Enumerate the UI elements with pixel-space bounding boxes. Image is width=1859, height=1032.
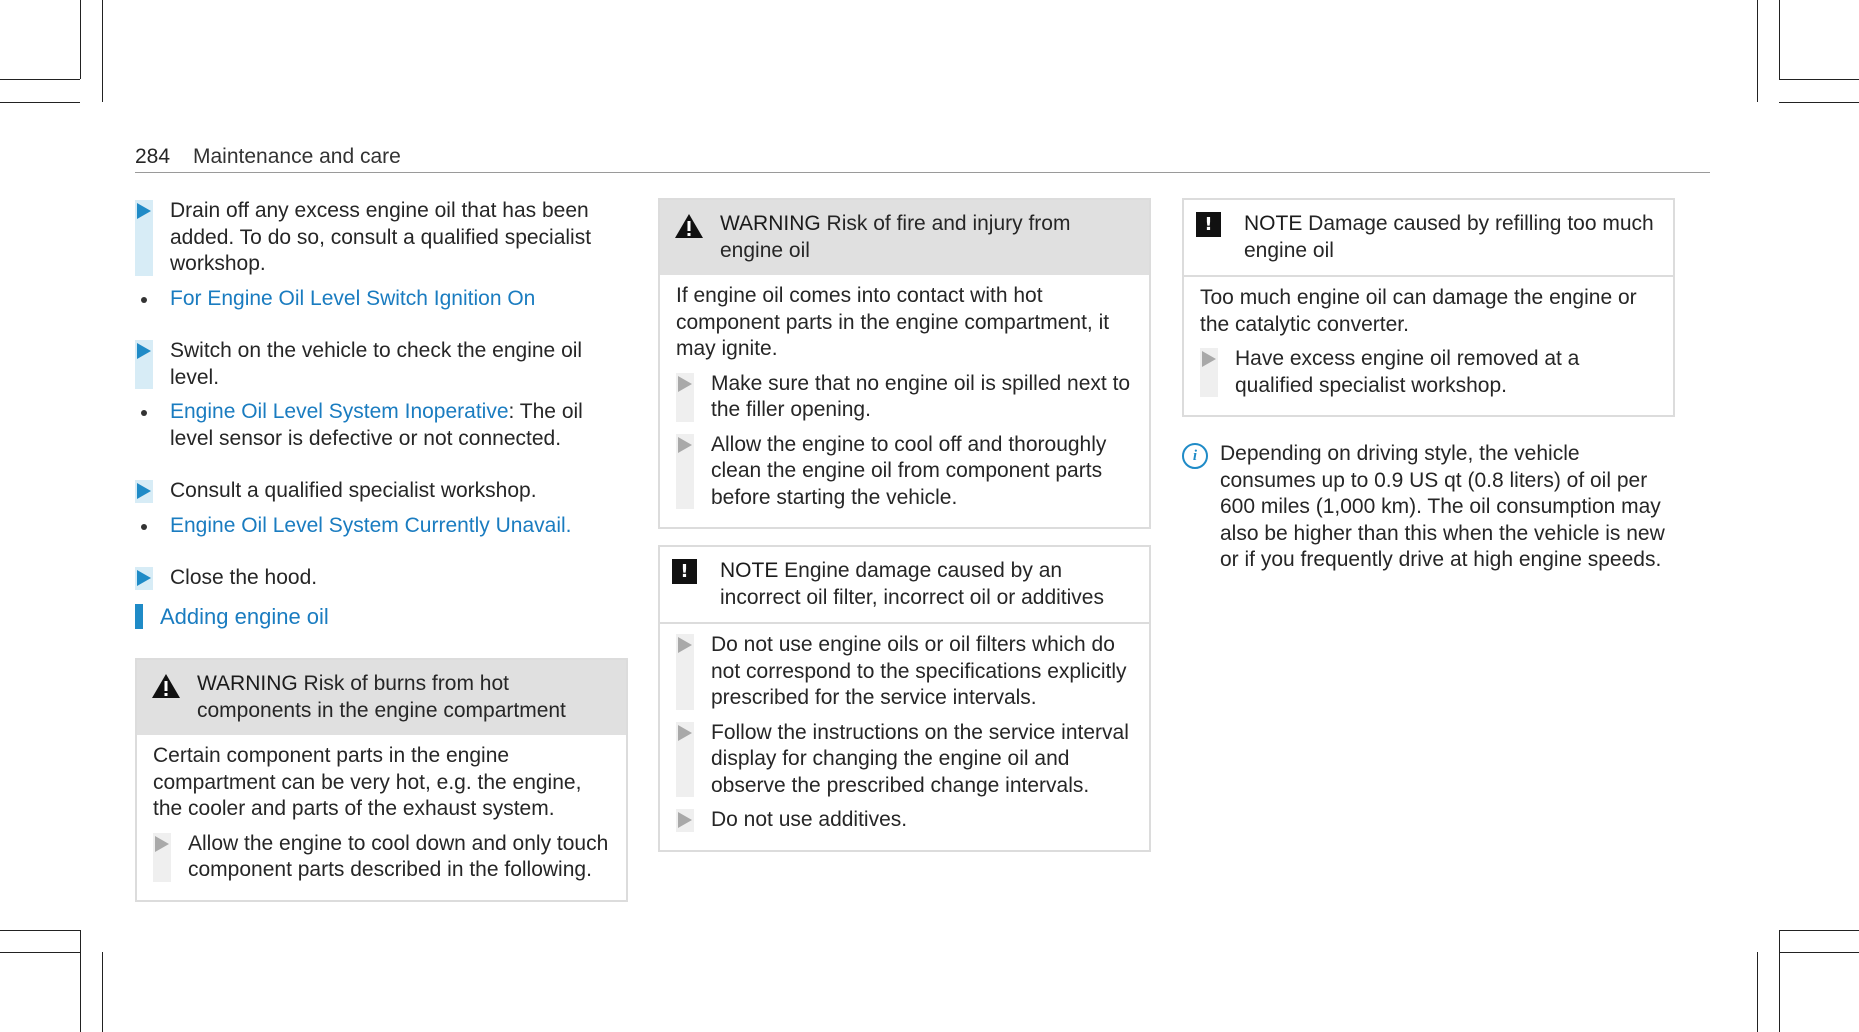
- header-divider: [135, 172, 1710, 173]
- warning-triangle-icon: [675, 214, 703, 238]
- step-item: Close the hood.: [135, 565, 628, 592]
- note-title: Damage caused by refilling too much engi…: [1244, 212, 1654, 262]
- note-box: ! NOTE Engine damage caused by an incorr…: [658, 545, 1151, 852]
- message-link[interactable]: Engine Oil Level System Inoperative: [170, 400, 509, 423]
- step-text: Consult a qualified specialist workshop.: [170, 479, 537, 502]
- step-text: Allow the engine to cool down and only t…: [188, 831, 609, 882]
- step-arrow-icon: [137, 343, 151, 359]
- note-header: ! NOTE Damage caused by refilling too mu…: [1184, 200, 1673, 277]
- column-middle: WARNING Risk of fire and injury from eng…: [658, 198, 1151, 852]
- step-text: Do not use additives.: [711, 808, 908, 831]
- step-text: Have excess engine oil removed at a qual…: [1235, 347, 1580, 397]
- warning-keyword: WARNING: [720, 212, 821, 235]
- info-text: Depending on driving style, the vehicle …: [1220, 442, 1665, 571]
- warning-triangle-icon: [152, 674, 180, 698]
- message-link[interactable]: Engine Oil Level System Currently Unavai…: [170, 514, 572, 537]
- step-arrow-icon: [678, 637, 692, 653]
- warning-box: WARNING Risk of burns from hot component…: [135, 658, 628, 902]
- message-link[interactable]: For Engine Oil Level Switch Ignition On: [170, 287, 535, 310]
- step-item: Allow the engine to cool off and thoroug…: [676, 432, 1133, 512]
- note-header: ! NOTE Engine damage caused by an incorr…: [660, 547, 1149, 624]
- warning-header: WARNING Risk of burns from hot component…: [137, 660, 626, 735]
- step-arrow-icon: [137, 203, 151, 219]
- step-arrow-icon: [678, 436, 692, 453]
- warning-box: WARNING Risk of fire and injury from eng…: [658, 198, 1151, 529]
- column-left: Drain off any excess engine oil that has…: [135, 198, 628, 902]
- bullet-icon: [141, 523, 147, 530]
- step-arrow-icon: [1202, 351, 1216, 367]
- step-item: Do not use engine oils or oil filters wh…: [676, 632, 1133, 712]
- column-right: ! NOTE Damage caused by refilling too mu…: [1182, 198, 1675, 574]
- list-item: For Engine Oil Level Switch Ignition On: [135, 286, 628, 313]
- list-item: Engine Oil Level System Inoperative: The…: [135, 399, 628, 452]
- step-item: Drain off any excess engine oil that has…: [135, 198, 628, 278]
- note-title: Engine damage caused by an incorrect oil…: [720, 559, 1104, 609]
- bullet-icon: [141, 296, 147, 303]
- step-arrow-icon: [155, 835, 169, 852]
- warning-keyword: WARNING: [197, 672, 298, 695]
- list-item: Engine Oil Level System Currently Unavai…: [135, 513, 628, 540]
- step-item: Allow the engine to cool down and only t…: [153, 831, 610, 884]
- step-text: Do not use engine oils or oil filters wh…: [711, 633, 1127, 709]
- step-text: Allow the engine to cool off and thoroug…: [711, 432, 1107, 509]
- step-arrow-icon: [137, 483, 151, 499]
- page-number: 284: [135, 145, 171, 168]
- step-item: Follow the instructions on the service i…: [676, 720, 1133, 800]
- step-text: Close the hood.: [170, 566, 318, 589]
- step-text: Follow the instructions on the service i…: [711, 720, 1129, 797]
- step-item: Have excess engine oil removed at a qual…: [1200, 346, 1657, 399]
- step-arrow-icon: [678, 812, 692, 828]
- section-title: Adding engine oil: [160, 603, 329, 629]
- note-body: Too much engine oil can damage the engin…: [1200, 286, 1637, 336]
- step-item: Make sure that no engine oil is spilled …: [676, 371, 1133, 424]
- step-arrow-icon: [678, 375, 692, 392]
- bullet-icon: [141, 410, 147, 416]
- info-note: i Depending on driving style, the vehicl…: [1182, 441, 1675, 574]
- info-icon: i: [1182, 443, 1208, 469]
- step-text: Make sure that no engine oil is spilled …: [711, 371, 1131, 422]
- warning-body: If engine oil comes into contact with ho…: [676, 284, 1110, 360]
- page-section-title: Maintenance and care: [193, 145, 401, 168]
- warning-header: WARNING Risk of fire and injury from eng…: [660, 200, 1149, 275]
- step-item: Switch on the vehicle to check the engin…: [135, 338, 628, 391]
- note-keyword: NOTE: [1244, 212, 1303, 235]
- note-exclamation-icon: !: [1196, 212, 1221, 237]
- step-text: Switch on the vehicle to check the engin…: [170, 339, 583, 389]
- section-heading: Adding engine oil: [135, 603, 628, 631]
- step-item: Consult a qualified specialist workshop.: [135, 478, 628, 505]
- step-text: Drain off any excess engine oil that has…: [170, 199, 592, 275]
- warning-body: Certain component parts in the engine co…: [153, 744, 582, 820]
- step-arrow-icon: [678, 724, 692, 741]
- note-exclamation-icon: !: [672, 559, 697, 584]
- note-box: ! NOTE Damage caused by refilling too mu…: [1182, 198, 1675, 417]
- step-item: Do not use additives.: [676, 807, 1133, 834]
- note-keyword: NOTE: [720, 559, 779, 582]
- step-arrow-icon: [137, 570, 151, 586]
